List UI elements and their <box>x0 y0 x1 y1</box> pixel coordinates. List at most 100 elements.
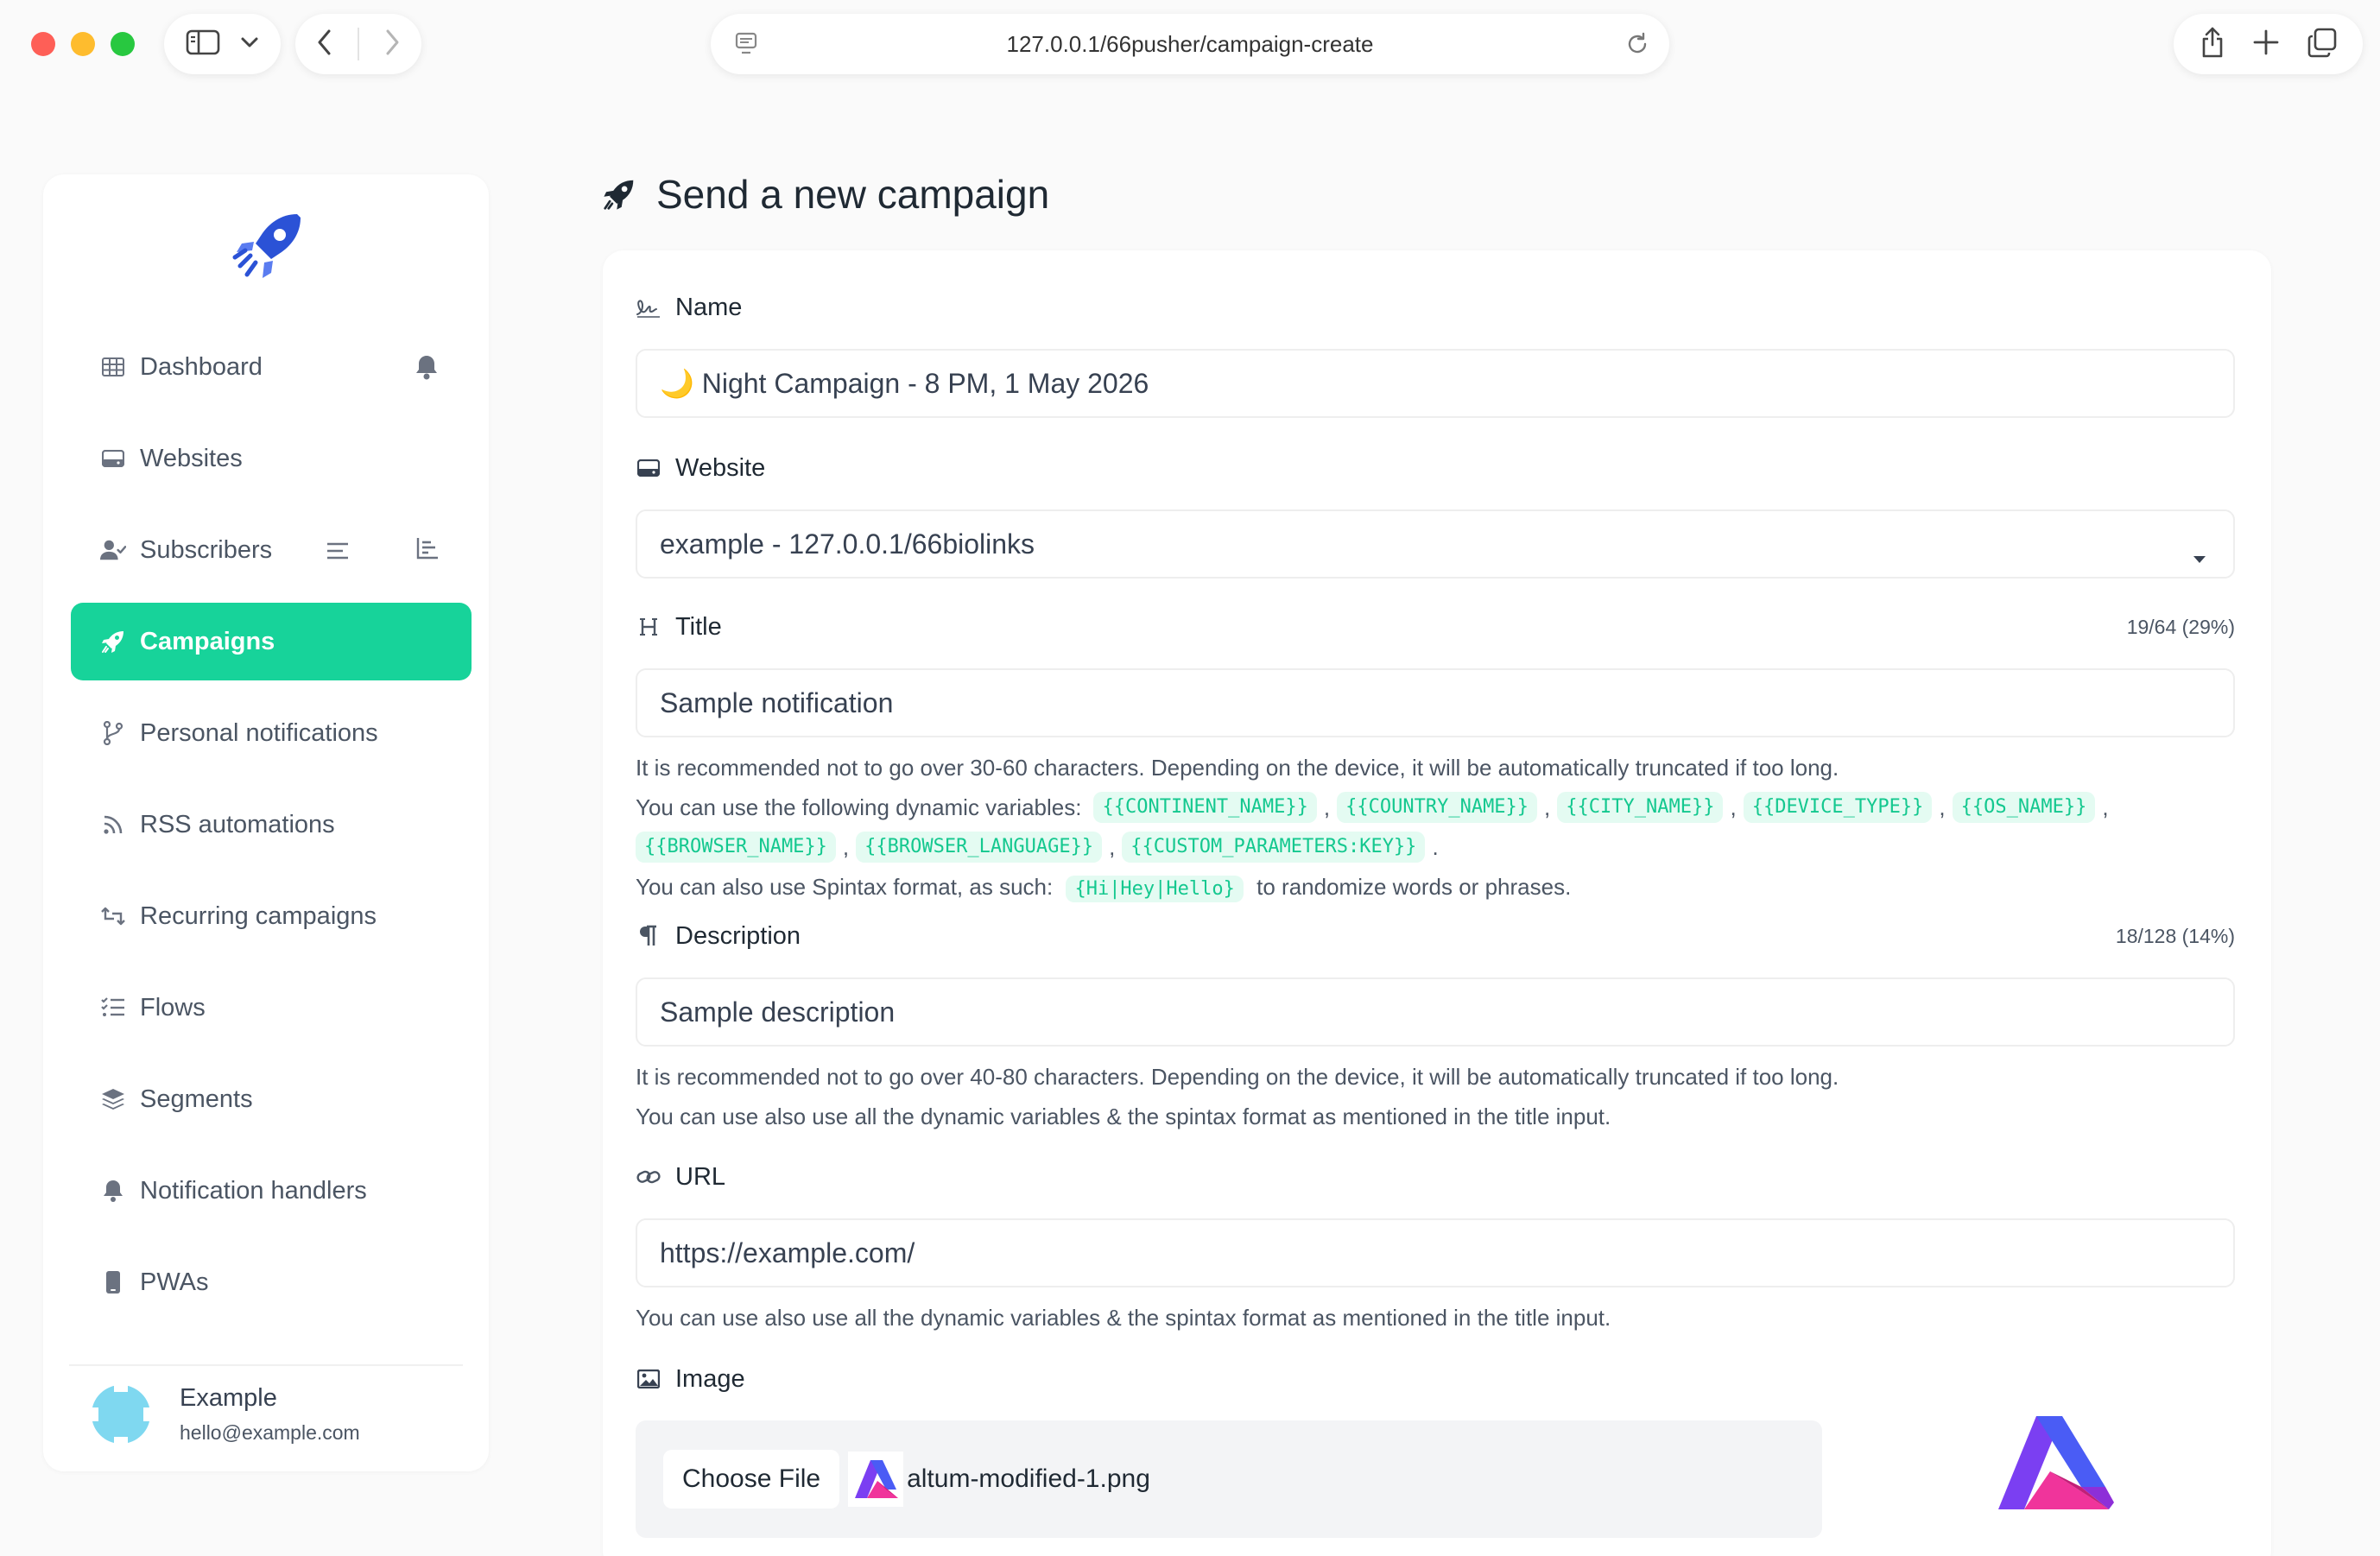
file-name: altum-modified-1.png <box>907 1464 1150 1493</box>
layers-icon <box>100 1086 126 1112</box>
title-label: Title 19/64 (29%) <box>636 610 2235 644</box>
variable-tag[interactable]: {{DEVICE_TYPE}} <box>1743 792 1933 823</box>
website-field: Website example - 127.0.0.1/66biolinks <box>636 451 2235 579</box>
user-info: Example hello@example.com <box>180 1384 360 1445</box>
heading-icon <box>636 614 661 640</box>
image-label: Image <box>636 1362 2235 1396</box>
title-help-spintax: You can also use Spintax format, as such… <box>636 867 2235 907</box>
sidebar-item-rss-automations[interactable]: RSS automations <box>71 786 472 863</box>
browser-actions <box>2174 14 2363 74</box>
tasks-icon <box>100 995 126 1021</box>
sidebar-toggle-icon[interactable] <box>186 28 220 60</box>
share-icon[interactable] <box>2200 26 2225 63</box>
url-field: URL https://example.com/ You can use als… <box>636 1160 2235 1338</box>
hdd-icon <box>100 446 126 471</box>
description-field: Description 18/128 (14%) Sample descript… <box>636 919 2235 1136</box>
rocket-icon <box>100 629 126 655</box>
sidebar-item-websites[interactable]: Websites <box>71 420 472 497</box>
page-title: Send a new campaign <box>603 171 1049 218</box>
title-help-variables: You can use the following dynamic variab… <box>636 787 2235 867</box>
sidebar-item-segments[interactable]: Segments <box>71 1060 472 1138</box>
user-email: hello@example.com <box>180 1421 360 1444</box>
sidebar: Dashboard Websites Subscribers Campaigns… <box>43 174 489 1471</box>
url-text[interactable]: 127.0.0.1/66pusher/campaign-create <box>1007 31 1374 58</box>
minimize-window-button[interactable] <box>71 32 95 56</box>
caret-down-icon <box>2192 540 2207 572</box>
choose-file-button[interactable]: Choose File <box>663 1450 840 1509</box>
sidebar-item-notification-handlers[interactable]: Notification handlers <box>71 1152 472 1230</box>
sidebar-item-personal-notifications[interactable]: Personal notifications <box>71 694 472 772</box>
sidebar-item-pwas[interactable]: PWAs <box>71 1243 472 1321</box>
page-icon <box>735 32 757 60</box>
sidebar-item-recurring-campaigns[interactable]: Recurring campaigns <box>71 877 472 955</box>
sidebar-item-subscribers[interactable]: Subscribers <box>71 511 472 589</box>
title-character-counter: 19/64 (29%) <box>2126 615 2235 638</box>
sidebar-item-label: PWAs <box>140 1268 209 1296</box>
sidebar-nav: Dashboard Websites Subscribers Campaigns… <box>71 328 472 1335</box>
variable-tag[interactable]: {{COUNTRY_NAME}} <box>1337 792 1538 823</box>
website-select[interactable]: example - 127.0.0.1/66biolinks <box>636 509 2235 579</box>
bell-icon <box>100 1178 126 1204</box>
sidebar-item-label: Websites <box>140 444 243 472</box>
variable-tag[interactable]: {{OS_NAME}} <box>1952 792 2096 823</box>
name-field: Name 🌙 Night Campaign - 8 PM, 1 May 2026 <box>636 290 2235 418</box>
window-controls <box>31 32 135 56</box>
image-icon <box>636 1366 661 1392</box>
chart-bar-icon[interactable] <box>416 537 439 566</box>
sidebar-item-dashboard[interactable]: Dashboard <box>71 328 472 406</box>
variable-tag[interactable]: {{CITY_NAME}} <box>1557 792 1724 823</box>
image-field: Image Choose File altum-modified-1.png <box>636 1362 2235 1538</box>
sidebar-item-flows[interactable]: Flows <box>71 969 472 1047</box>
sidebar-item-label: Dashboard <box>140 352 263 381</box>
name-label: Name <box>636 290 2235 325</box>
bell-icon[interactable] <box>415 354 439 387</box>
close-window-button[interactable] <box>31 32 55 56</box>
history-nav-group <box>295 14 421 74</box>
description-input[interactable]: Sample description <box>636 977 2235 1047</box>
hdd-icon <box>636 455 661 481</box>
rocket-icon <box>604 180 634 210</box>
user-name: Example <box>180 1384 277 1412</box>
sidebar-item-label: Flows <box>140 993 206 1022</box>
logo[interactable] <box>228 209 306 287</box>
paragraph-icon <box>636 923 661 949</box>
new-tab-icon[interactable] <box>2252 28 2280 60</box>
spintax-tag[interactable]: {Hi|Hey|Hello} <box>1066 876 1244 902</box>
signature-icon <box>636 294 661 320</box>
reload-icon[interactable] <box>1624 31 1650 61</box>
variable-tag[interactable]: {{BROWSER_NAME}} <box>636 832 836 863</box>
address-bar[interactable]: 127.0.0.1/66pusher/campaign-create <box>711 14 1669 74</box>
sidebar-item-label: Campaigns <box>140 627 275 655</box>
tab-overview-icon[interactable] <box>2307 27 2338 62</box>
sidebar-item-label: Recurring campaigns <box>140 901 377 930</box>
description-label: Description 18/128 (14%) <box>636 919 2235 953</box>
url-help: You can use also use all the dynamic var… <box>636 1305 1611 1331</box>
variable-tag[interactable]: {{BROWSER_LANGUAGE}} <box>856 832 1103 863</box>
sidebar-divider <box>69 1364 463 1366</box>
website-select-value: example - 127.0.0.1/66biolinks <box>660 528 1035 560</box>
back-icon[interactable] <box>316 28 333 60</box>
user-profile[interactable]: Example hello@example.com <box>90 1383 360 1445</box>
image-file-input[interactable]: Choose File altum-modified-1.png <box>636 1420 1822 1538</box>
sidebar-item-campaigns[interactable]: Campaigns <box>71 603 472 680</box>
code-branch-icon <box>100 720 126 746</box>
forward-icon[interactable] <box>383 28 401 60</box>
zoom-window-button[interactable] <box>111 32 135 56</box>
name-input[interactable]: 🌙 Night Campaign - 8 PM, 1 May 2026 <box>636 349 2235 418</box>
campaign-form: Name 🌙 Night Campaign - 8 PM, 1 May 2026… <box>603 250 2271 1556</box>
file-thumbnail <box>848 1452 904 1507</box>
rss-icon <box>100 812 126 838</box>
chevron-down-icon[interactable] <box>240 36 259 53</box>
sidebar-item-label: Notification handlers <box>140 1176 367 1205</box>
variable-tag[interactable]: {{CUSTOM_PARAMETERS:KEY}} <box>1122 832 1426 863</box>
retweet-icon <box>100 903 126 929</box>
title-input[interactable]: Sample notification <box>636 668 2235 737</box>
list-icon[interactable] <box>326 539 349 567</box>
sidebar-item-label: Subscribers <box>140 535 273 564</box>
description-help-length: It is recommended not to go over 40-80 c… <box>636 1064 1839 1090</box>
description-character-counter: 18/128 (14%) <box>2115 924 2235 947</box>
variable-tag[interactable]: {{CONTINENT_NAME}} <box>1093 792 1317 823</box>
title-help-length: It is recommended not to go over 30-60 c… <box>636 755 1839 781</box>
nav-divider <box>358 28 359 60</box>
url-input[interactable]: https://example.com/ <box>636 1218 2235 1287</box>
